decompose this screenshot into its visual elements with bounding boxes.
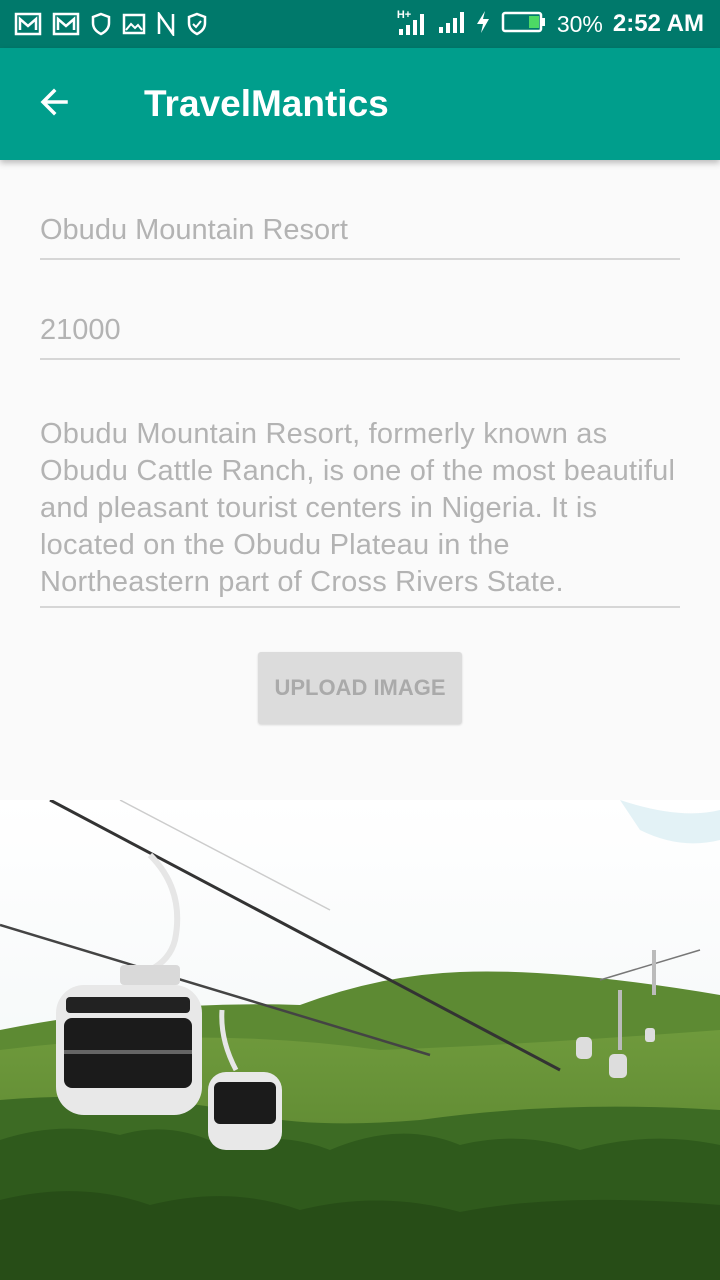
n-icon [156, 12, 176, 36]
title-field[interactable]: Obudu Mountain Resort [40, 214, 680, 260]
status-bar: H+ 30% 2:52 AM [0, 0, 720, 48]
shield-check-icon [186, 12, 208, 36]
notification-icons [14, 10, 208, 38]
image-icon [122, 12, 146, 36]
signal-icon [437, 9, 465, 40]
battery-icon [501, 10, 547, 39]
clock: 2:52 AM [612, 10, 704, 37]
gmail-icon [52, 12, 80, 36]
app-bar: TravelMantics [0, 48, 720, 160]
shield-icon [90, 12, 112, 36]
arrow-back-icon [36, 84, 72, 125]
description-field[interactable]: Obudu Mountain Resort, formerly known as… [40, 416, 680, 608]
upload-image-button[interactable]: UPLOAD IMAGE [258, 652, 462, 724]
battery-percent: 30% [556, 10, 603, 37]
gmail-icon [14, 12, 42, 36]
back-button[interactable] [22, 72, 86, 136]
charging-icon [475, 10, 491, 39]
system-icons: H+ 30% 2:52 AM [397, 8, 704, 40]
network-type-label: H+ [396, 9, 412, 21]
price-field[interactable]: 21000 [40, 314, 680, 360]
signal-icon: H+ [396, 9, 427, 37]
page-title: TravelMantics [144, 83, 389, 124]
resort-image [0, 800, 720, 1280]
